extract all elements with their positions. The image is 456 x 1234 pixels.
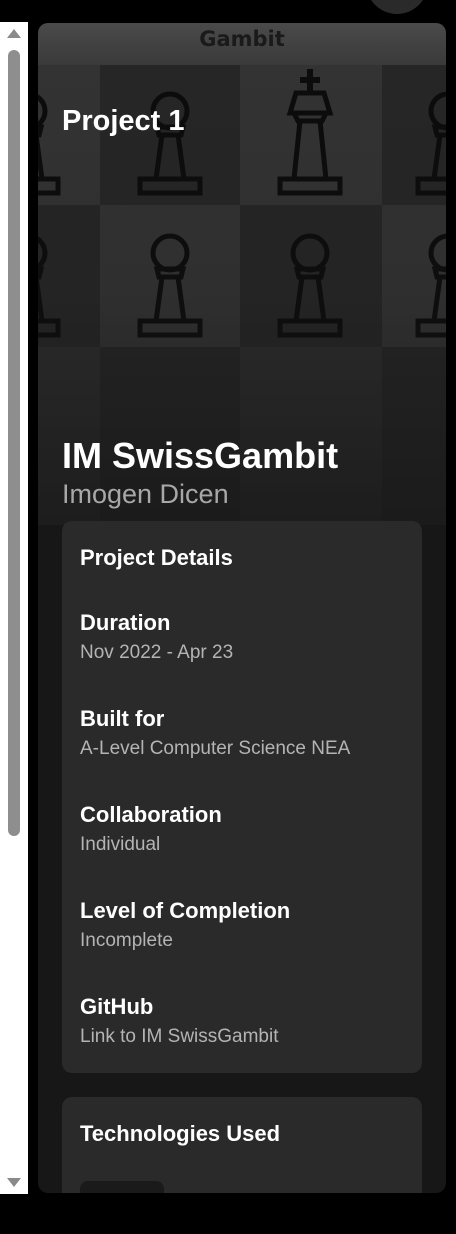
app-window: Gambit Project 1 IM SwissGambit Imogen D… (38, 23, 446, 1193)
project-title: IM SwissGambit (62, 435, 339, 476)
project-details-card: Project Details Duration Nov 2022 - Apr … (62, 521, 422, 1073)
detail-duration: Duration Nov 2022 - Apr 23 (80, 609, 233, 665)
window-titlebar[interactable]: Gambit (38, 23, 446, 65)
detail-level-of-completion: Level of Completion Incomplete (80, 897, 290, 953)
detail-value: Incomplete (80, 930, 173, 951)
technologies-card: Technologies Used (62, 1097, 422, 1193)
technologies-heading: Technologies Used (80, 1121, 281, 1146)
project-details-heading: Project Details (80, 545, 233, 570)
avatar[interactable] (366, 0, 428, 14)
detail-label: Collaboration (80, 802, 222, 827)
detail-built-for: Built for A-Level Computer Science NEA (80, 705, 350, 761)
detail-label: Duration (80, 610, 171, 635)
project-hero: Project 1 IM SwissGambit Imogen Dicen (38, 65, 446, 525)
github-link[interactable]: Link to IM SwissGambit (80, 1025, 279, 1049)
window-title: Gambit (199, 27, 285, 51)
detail-label: Level of Completion (80, 898, 291, 923)
detail-label: Built for (80, 706, 165, 731)
scroll-down-arrow-icon[interactable] (7, 1178, 21, 1187)
technology-chip (80, 1181, 164, 1193)
project-author: Imogen Dicen (62, 479, 229, 509)
scroll-thumb[interactable] (8, 50, 20, 836)
detail-value: Individual (80, 834, 161, 855)
project-number-label: Project 1 (62, 105, 185, 137)
page: Gambit Project 1 IM SwissGambit Imogen D… (0, 0, 456, 1234)
detail-label: GitHub (80, 994, 154, 1019)
detail-github: GitHub Link to IM SwissGambit (80, 993, 279, 1049)
detail-collaboration: Collaboration Individual (80, 801, 222, 857)
detail-value: A-Level Computer Science NEA (80, 738, 351, 759)
scroll-up-arrow-icon[interactable] (7, 29, 21, 38)
detail-value: Nov 2022 - Apr 23 (80, 642, 234, 663)
scrollbar[interactable] (0, 22, 28, 1194)
